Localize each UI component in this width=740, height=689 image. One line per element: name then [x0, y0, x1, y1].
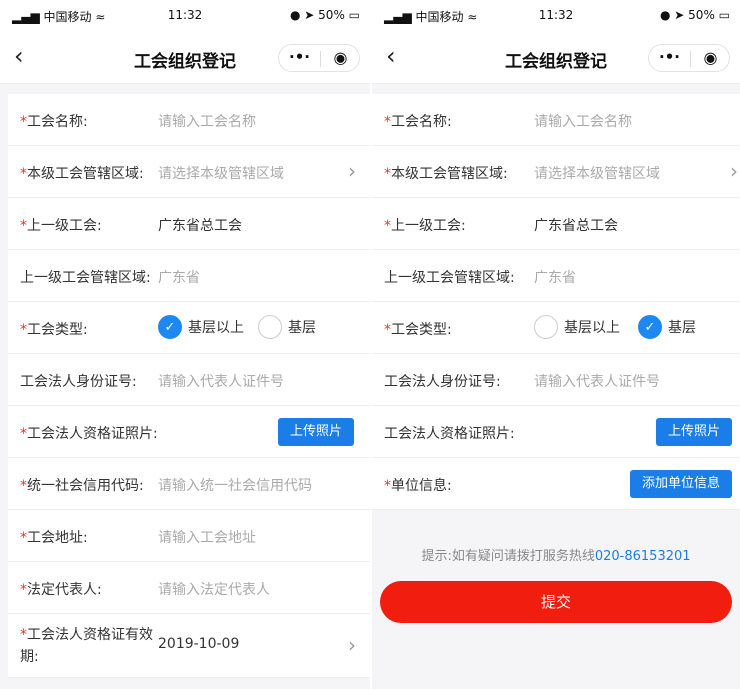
area-row[interactable]: *本级工会管辖区域: 请选择本级管辖区域 › [8, 146, 370, 198]
type-above-basic-radio[interactable]: ✓ 基层以上 [158, 315, 244, 339]
photo-row: *工会法人资格证照片: 上传照片 [8, 406, 370, 458]
nav-bar: ‹ 工会组织登记 ·•· ◉ [372, 32, 740, 84]
parent-union-value: 广东省总工会 [534, 218, 618, 234]
more-dots-icon[interactable]: ·•· [279, 48, 320, 66]
legal-rep-row: *法定代表人: 请输入法定代表人 [8, 562, 370, 614]
battery-indicator: ● ➤ 50% ▭ [660, 8, 730, 22]
union-name-row: *工会名称: 请输入工会名称 [8, 94, 370, 146]
legal-rep-input[interactable]: 请输入法定代表人 [158, 579, 270, 599]
parent-union-label: *上一级工会: [384, 218, 466, 234]
more-dots-icon[interactable]: ·•· [649, 48, 690, 66]
submit-button[interactable]: 提交 [380, 581, 732, 623]
photo-row: 工会法人资格证照片: 上传照片 [372, 406, 740, 458]
credit-code-input[interactable]: 请输入统一社会信用代码 [158, 475, 312, 495]
id-number-input[interactable]: 请输入代表人证件号 [158, 371, 284, 391]
left-screen: ▂▄▆ 中国移动 ≈ 11:32 ● ➤ 50% ▭ ‹ 工会组织登记 ·•· … [0, 0, 370, 689]
union-type-label: *工会类型: [384, 322, 452, 338]
parent-union-value: 广东省总工会 [158, 218, 242, 234]
unit-info-row: *单位信息: 添加单位信息 [372, 458, 740, 510]
union-name-input[interactable]: 请输入工会名称 [158, 111, 256, 131]
mini-program-capsule: ·•· ◉ [278, 44, 360, 72]
address-input[interactable]: 请输入工会地址 [158, 527, 256, 547]
parent-area-value: 广东省 [534, 270, 576, 286]
upload-photo-button[interactable]: 上传照片 [277, 418, 354, 446]
id-number-row: 工会法人身份证号: 请输入代表人证件号 [8, 354, 370, 406]
screens: ▂▄▆ 中国移动 ≈ 11:32 ● ➤ 50% ▭ ‹ 工会组织登记 ·•· … [0, 0, 740, 689]
area-select[interactable]: 请选择本级管辖区域 [158, 163, 284, 183]
radio-empty-icon [258, 315, 282, 339]
unit-info-label: *单位信息: [384, 478, 452, 494]
id-number-input[interactable]: 请输入代表人证件号 [534, 371, 660, 391]
battery-indicator: ● ➤ 50% ▭ [290, 8, 360, 22]
radio-empty-icon [534, 315, 558, 339]
union-type-label: *工会类型: [20, 322, 88, 338]
area-select[interactable]: 请选择本级管辖区域 [534, 163, 660, 183]
photo-label: *工会法人资格证照片: [20, 426, 158, 442]
chevron-right-icon[interactable]: › [730, 159, 738, 183]
type-basic-label: 基层 [668, 320, 696, 336]
parent-union-row: *上一级工会: 广东省总工会 [372, 198, 740, 250]
mini-program-capsule: ·•· ◉ [648, 44, 730, 72]
check-icon: ✓ [158, 315, 182, 339]
photo-label: 工会法人资格证照片: [384, 426, 515, 442]
address-row: *工会地址: 请输入工会地址 [8, 510, 370, 562]
validity-label: *工会法人资格证有效期: [20, 627, 153, 665]
type-above-basic-radio[interactable]: 基层以上 [534, 315, 620, 339]
close-circle-icon[interactable]: ◉ [320, 48, 361, 67]
right-screen: ▂▄▆ 中国移动 ≈ 11:32 ● ➤ 50% ▭ ‹ 工会组织登记 ·•· … [372, 0, 740, 689]
id-number-label: 工会法人身份证号: [384, 374, 501, 390]
add-unit-info-button[interactable]: 添加单位信息 [629, 470, 732, 498]
registration-form: *工会名称: 请输入工会名称 *本级工会管辖区域: 请选择本级管辖区域 › *上… [372, 94, 740, 510]
parent-area-row: 上一级工会管辖区域: 广东省 [372, 250, 740, 302]
legal-rep-label: *法定代表人: [20, 582, 102, 598]
hint-text: 提示:如有疑问请拨打服务热线 [421, 549, 595, 564]
type-basic-label: 基层 [288, 320, 316, 336]
type-above-basic-label: 基层以上 [188, 320, 244, 336]
parent-area-label: 上一级工会管辖区域: [384, 270, 515, 286]
chevron-right-icon[interactable]: › [348, 633, 356, 657]
parent-area-row: 上一级工会管辖区域: 广东省 [8, 250, 370, 302]
type-basic-radio[interactable]: ✓ 基层 [638, 315, 696, 339]
area-label: *本级工会管辖区域: [384, 166, 508, 182]
parent-union-label: *上一级工会: [20, 218, 102, 234]
parent-area-label: 上一级工会管辖区域: [20, 270, 151, 286]
union-type-row: *工会类型: ✓ 基层以上 基层 [8, 302, 370, 354]
hotline-hint: 提示:如有疑问请拨打服务热线020-86153201 [372, 545, 740, 564]
check-icon: ✓ [638, 315, 662, 339]
id-number-label: 工会法人身份证号: [20, 374, 137, 390]
address-label: *工会地址: [20, 530, 88, 546]
status-bar: ▂▄▆ 中国移动 ≈ 11:32 ● ➤ 50% ▭ [372, 0, 740, 32]
union-name-input[interactable]: 请输入工会名称 [534, 111, 632, 131]
parent-area-value: 广东省 [158, 270, 200, 286]
upload-photo-button[interactable]: 上传照片 [655, 418, 732, 446]
status-bar: ▂▄▆ 中国移动 ≈ 11:32 ● ➤ 50% ▭ [0, 0, 370, 32]
area-row[interactable]: *本级工会管辖区域: 请选择本级管辖区域 › [372, 146, 740, 198]
union-name-label: *工会名称: [20, 114, 88, 130]
union-name-label: *工会名称: [384, 114, 452, 130]
hotline-number[interactable]: 020-86153201 [595, 549, 691, 564]
id-number-row: 工会法人身份证号: 请输入代表人证件号 [372, 354, 740, 406]
type-above-basic-label: 基层以上 [564, 320, 620, 336]
validity-row[interactable]: *工会法人资格证有效期: 2019-10-09 › [8, 614, 370, 678]
area-label: *本级工会管辖区域: [20, 166, 144, 182]
nav-bar: ‹ 工会组织登记 ·•· ◉ [0, 32, 370, 84]
credit-code-row: *统一社会信用代码: 请输入统一社会信用代码 [8, 458, 370, 510]
parent-union-row: *上一级工会: 广东省总工会 [8, 198, 370, 250]
chevron-right-icon[interactable]: › [348, 159, 356, 183]
union-type-row: *工会类型: 基层以上 ✓ 基层 [372, 302, 740, 354]
type-basic-radio[interactable]: 基层 [258, 315, 316, 339]
credit-code-label: *统一社会信用代码: [20, 478, 144, 494]
close-circle-icon[interactable]: ◉ [690, 48, 731, 67]
validity-date[interactable]: 2019-10-09 [158, 636, 239, 652]
union-name-row: *工会名称: 请输入工会名称 [372, 94, 740, 146]
registration-form: *工会名称: 请输入工会名称 *本级工会管辖区域: 请选择本级管辖区域 › *上… [8, 94, 370, 678]
